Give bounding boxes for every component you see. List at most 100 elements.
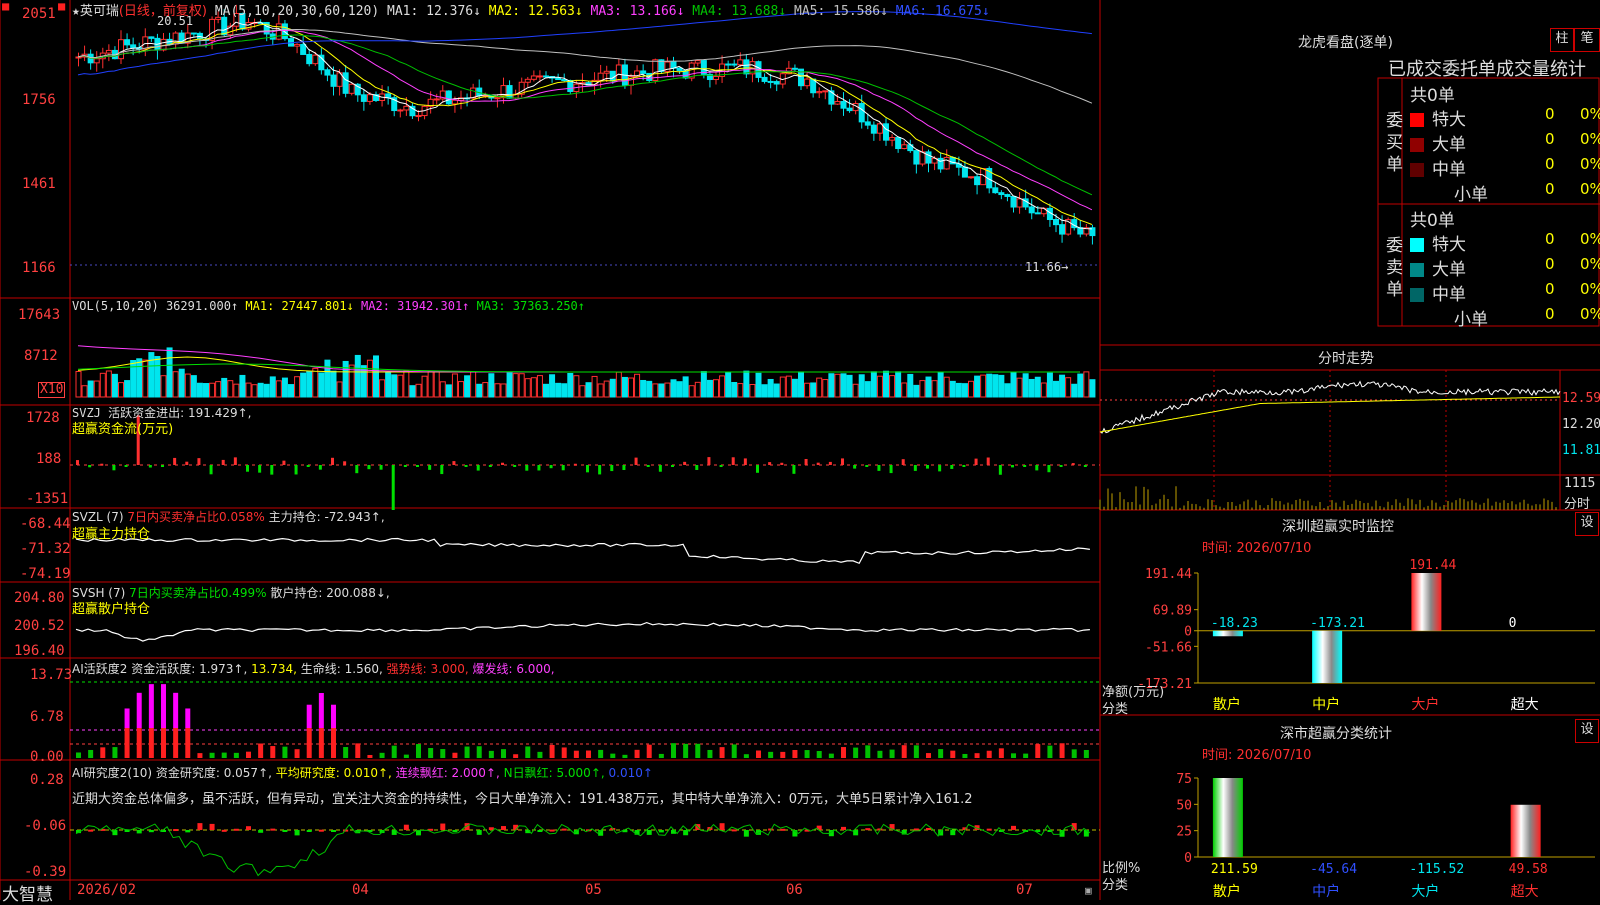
ai1-bar bbox=[464, 746, 470, 758]
svzl-position: 主力持仓: -72.943↑, bbox=[268, 510, 385, 524]
volume-bar bbox=[482, 382, 489, 398]
vol-ma3: MA3: 37363.250↑ bbox=[476, 299, 586, 313]
buy-row-pct: 0% bbox=[1580, 105, 1600, 123]
volume-bar bbox=[336, 381, 343, 398]
volume-bar bbox=[172, 371, 179, 398]
svzj-bar bbox=[1059, 465, 1063, 467]
candle bbox=[864, 121, 871, 126]
svzl-title: 超赢主力持仓 bbox=[72, 527, 151, 542]
volume-bar bbox=[804, 382, 811, 398]
ai1-burst-bar bbox=[136, 692, 142, 728]
buy-row: 特大 0 0% bbox=[1410, 105, 1600, 130]
sz-monitor-settings-button[interactable]: 设 bbox=[1575, 512, 1599, 536]
candle bbox=[360, 94, 367, 102]
volume-bar bbox=[209, 382, 216, 398]
candle bbox=[415, 115, 422, 118]
sz-stats-value-label-0: 211.59 bbox=[1211, 862, 1258, 877]
volume-bar bbox=[791, 378, 798, 398]
candle bbox=[822, 90, 829, 93]
ai1-bar bbox=[780, 751, 786, 758]
candle bbox=[148, 36, 155, 39]
ai1-bar bbox=[513, 754, 519, 758]
volume-bar bbox=[1089, 379, 1096, 398]
ai1-bar bbox=[731, 744, 737, 758]
ai2-bar bbox=[913, 828, 919, 831]
svzj-bar bbox=[76, 460, 79, 465]
ai1-bar bbox=[707, 749, 713, 758]
sz-stats-bar-3 bbox=[1510, 804, 1541, 857]
ai1-bar bbox=[76, 752, 81, 758]
ai2-bar bbox=[136, 830, 142, 834]
volume-bar bbox=[858, 374, 865, 398]
candle bbox=[1053, 219, 1059, 226]
ai2-bar bbox=[658, 830, 664, 833]
stock-name[interactable]: 英可瑞 bbox=[80, 4, 119, 19]
sz-monitor-y-tick-label: 69.89 bbox=[1153, 604, 1192, 619]
volume-bar bbox=[755, 372, 762, 398]
ai1-bar bbox=[743, 754, 749, 758]
buy-row-name: 大单 bbox=[1432, 135, 1466, 155]
volume-bar bbox=[87, 380, 94, 398]
lock-icon[interactable]: ▣ bbox=[1085, 884, 1092, 897]
volume-bar bbox=[342, 360, 349, 398]
volume-bar bbox=[688, 385, 695, 398]
svzj-bar bbox=[756, 465, 759, 473]
volume-bar bbox=[676, 381, 683, 398]
svzj-bar bbox=[646, 465, 650, 467]
ai1-bar bbox=[634, 749, 640, 758]
candle bbox=[1059, 224, 1066, 235]
candle bbox=[889, 137, 896, 141]
bar-mode-button[interactable]: 柱 bbox=[1550, 28, 1574, 52]
volume-bar bbox=[124, 380, 131, 398]
sz-monitor-value-label-1: -173.21 bbox=[1310, 616, 1365, 631]
ai1-bar bbox=[270, 746, 276, 758]
svzj-bar bbox=[233, 457, 237, 465]
ai1-burst-bar bbox=[148, 684, 154, 728]
volume-bar bbox=[810, 382, 817, 398]
svzj-bar bbox=[258, 465, 262, 473]
candle bbox=[221, 16, 228, 36]
ai1-bar bbox=[124, 728, 130, 758]
volume-bar bbox=[227, 380, 234, 398]
sz-stats-settings-button[interactable]: 设 bbox=[1575, 719, 1599, 743]
sz-monitor-y-tick-label: -51.66 bbox=[1145, 640, 1192, 655]
buy-row-name: 中单 bbox=[1432, 160, 1466, 180]
ma4-line bbox=[77, 34, 1093, 196]
svsh-line bbox=[75, 621, 1090, 642]
candle bbox=[615, 64, 622, 82]
candle bbox=[913, 150, 920, 165]
ai2-bar bbox=[561, 828, 567, 831]
x-tick-1: 04 bbox=[352, 882, 369, 898]
volume-bar bbox=[166, 347, 173, 398]
volume-bar bbox=[743, 370, 750, 398]
ai2-label: AI研究度2(10) bbox=[72, 766, 153, 780]
volume-bar bbox=[75, 371, 82, 398]
svzj-bar bbox=[671, 465, 674, 467]
candle bbox=[876, 123, 883, 134]
volume-bar bbox=[294, 376, 301, 398]
candle bbox=[536, 75, 543, 78]
volume-bar bbox=[615, 371, 622, 398]
tick-mode-button[interactable]: 笔 bbox=[1574, 28, 1600, 52]
volume-bar bbox=[543, 383, 549, 398]
volume-bar bbox=[324, 359, 331, 398]
ai1-bar bbox=[768, 751, 774, 758]
ai2-bar bbox=[233, 828, 239, 831]
ma3-line bbox=[77, 30, 1093, 211]
svzj-bar bbox=[1035, 465, 1039, 471]
ai1-bar bbox=[561, 747, 567, 758]
vol-ma1: MA1: 27447.801↓ bbox=[245, 299, 354, 313]
sell-row: 中单 0 0% bbox=[1410, 280, 1600, 305]
candle bbox=[761, 76, 768, 82]
volume-bar bbox=[1004, 383, 1011, 398]
low-mark: 11.66→ bbox=[1025, 260, 1069, 274]
ai1-bar bbox=[986, 750, 992, 758]
ai1-bar bbox=[440, 749, 446, 758]
candle bbox=[597, 72, 604, 81]
sz-monitor-bar-2 bbox=[1411, 573, 1442, 631]
svzj-title: 超赢资金流(万元) bbox=[72, 422, 174, 437]
y-tick-vol-0: 17643 bbox=[18, 307, 61, 323]
ai1-bar bbox=[148, 728, 154, 758]
fenshi-y-0: 12.59 bbox=[1562, 391, 1600, 406]
sell-color-swatch bbox=[1410, 313, 1424, 327]
